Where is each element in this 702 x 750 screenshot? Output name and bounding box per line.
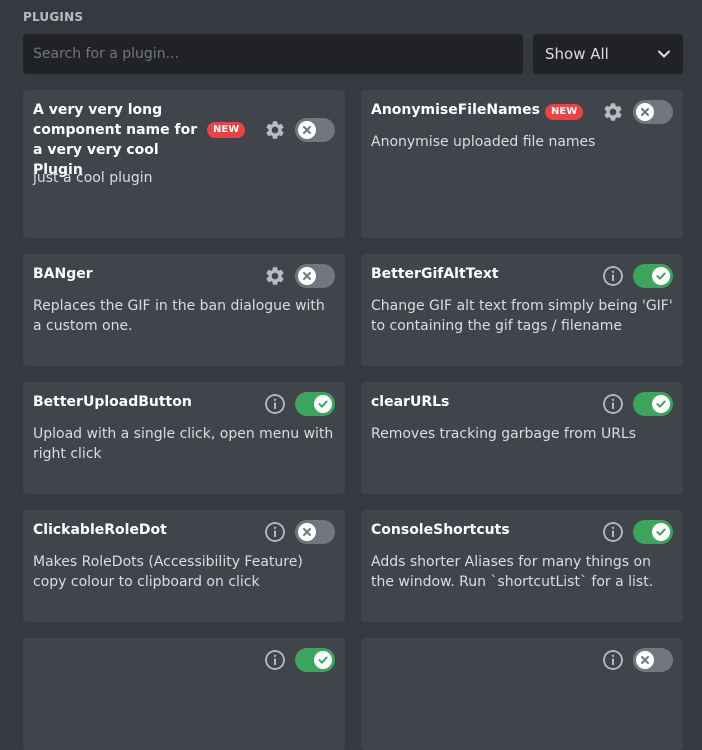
plugin-description: just a cool plugin — [33, 170, 153, 186]
plugin-description: Removes tracking garbage from URLs — [371, 426, 637, 442]
plugin-description: Replaces the GIF in the ban dialogue wit… — [33, 298, 325, 334]
plugin-card: ClickableRoleDot Makes RoleDots (Accessib… — [23, 510, 345, 622]
gear-icon[interactable] — [264, 265, 286, 287]
info-icon[interactable] — [264, 521, 286, 543]
plugin-name: ConsoleShortcuts — [371, 522, 510, 538]
plugin-card: AnonymiseFileNames Anonymise uploaded fil… — [361, 90, 683, 238]
plugin-toggle[interactable] — [633, 392, 673, 416]
close-icon — [298, 121, 316, 139]
new-badge: NEW — [207, 122, 246, 138]
check-icon — [652, 267, 670, 285]
plugin-toggle[interactable] — [633, 520, 673, 544]
plugin-toggle[interactable] — [295, 648, 335, 672]
plugin-card: BANger Replaces the GIF in the ban dialog… — [23, 254, 345, 366]
plugin-card — [361, 638, 683, 750]
info-icon[interactable] — [602, 649, 624, 671]
info-icon[interactable] — [602, 265, 624, 287]
plugin-card: A very very long component name for a ve… — [23, 90, 345, 238]
gear-icon[interactable] — [264, 119, 286, 141]
check-icon — [314, 395, 332, 413]
check-icon — [652, 523, 670, 541]
plugin-name: BetterUploadButton — [33, 394, 192, 410]
filter-label: Show All — [545, 45, 609, 63]
plugin-name: AnonymiseFileNames — [371, 102, 540, 118]
plugin-toggle[interactable] — [295, 118, 335, 142]
plugin-toggle[interactable] — [295, 392, 335, 416]
close-icon — [298, 523, 316, 541]
plugin-card: ConsoleShortcuts Adds shorter Aliases for… — [361, 510, 683, 622]
close-icon — [636, 103, 654, 121]
new-badge: NEW — [545, 104, 584, 120]
plugin-card: clearURLs Removes tracking garbage from U… — [361, 382, 683, 494]
plugin-toggle[interactable] — [633, 100, 673, 124]
plugin-toggle[interactable] — [633, 648, 673, 672]
info-icon[interactable] — [602, 521, 624, 543]
plugin-description: Change GIF alt text from simply being 'G… — [371, 298, 673, 334]
plugin-toggle[interactable] — [633, 264, 673, 288]
check-icon — [652, 395, 670, 413]
plugin-description: Anonymise uploaded file names — [371, 134, 596, 150]
close-icon — [298, 267, 316, 285]
plugin-name: BANger — [33, 266, 93, 282]
chevron-down-icon — [657, 47, 671, 61]
check-icon — [314, 651, 332, 669]
search-input[interactable] — [23, 34, 523, 74]
plugin-name: BetterGifAltText — [371, 266, 499, 282]
plugin-card — [23, 638, 345, 750]
plugin-toggle[interactable] — [295, 520, 335, 544]
filter-dropdown[interactable]: Show All — [533, 34, 683, 74]
section-title: PLUGINS — [23, 10, 84, 24]
gear-icon[interactable] — [602, 101, 624, 123]
info-icon[interactable] — [602, 393, 624, 415]
plugin-description: Upload with a single click, open menu wi… — [33, 426, 334, 462]
plugin-card: BetterUploadButton Upload with a single c… — [23, 382, 345, 494]
plugin-card: BetterGifAltText Change GIF alt text from… — [361, 254, 683, 366]
close-icon — [636, 651, 654, 669]
info-icon[interactable] — [264, 393, 286, 415]
plugin-description: Adds shorter Aliases for many things on … — [371, 554, 654, 590]
plugin-description: Makes RoleDots (Accessibility Feature) c… — [33, 554, 303, 590]
info-icon[interactable] — [264, 649, 286, 671]
plugin-name: clearURLs — [371, 394, 450, 410]
plugin-toggle[interactable] — [295, 264, 335, 288]
plugin-name: ClickableRoleDot — [33, 522, 167, 538]
